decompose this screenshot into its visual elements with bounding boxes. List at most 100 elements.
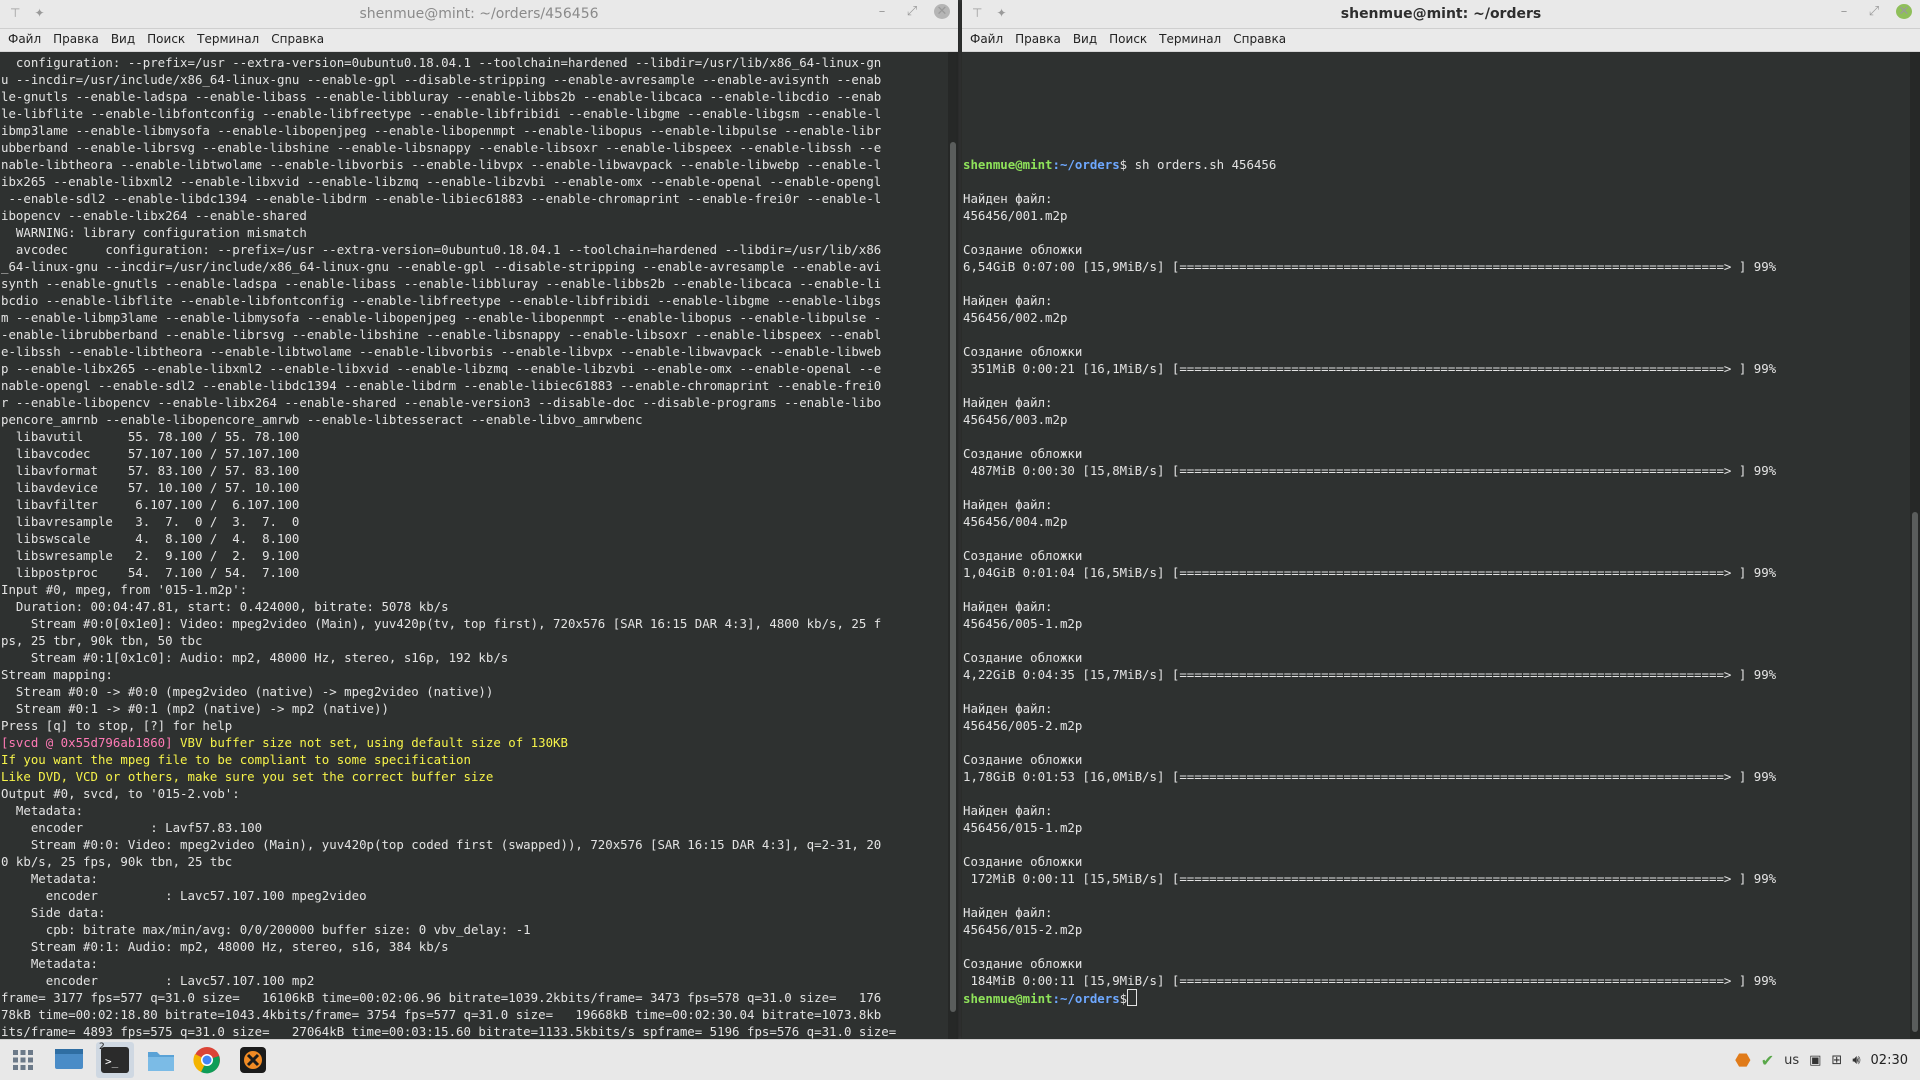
progress-stats: 184MiB 0:00:11 [15,9MiB/s] [963, 973, 1172, 988]
terminal-line: 78kB time=00:02:18.80 bitrate=1043.4kbit… [1, 1006, 948, 1023]
volume-icon[interactable]: 🔊︎ [1852, 1053, 1860, 1068]
shield-icon[interactable]: ✔ [1761, 1051, 1774, 1070]
terminal-line-text: Metadata: [1, 871, 98, 886]
menu-help[interactable]: Справка [1227, 29, 1292, 51]
window-title: shenmue@mint: ~/orders/456456 [359, 6, 599, 22]
terminal-line: Создание обложки [963, 343, 1910, 360]
scrollbar[interactable] [948, 52, 958, 1040]
menu-edit[interactable]: Правка [1009, 29, 1067, 51]
terminal-output[interactable]: configuration: --prefix=/usr --extra-ver… [0, 52, 948, 1040]
progress-bar: [=======================================… [1171, 973, 1777, 988]
keyboard-layout[interactable]: us [1784, 1053, 1799, 1068]
found-label: Найден файл: [963, 599, 1053, 614]
terminal-line: libavfilter 6.107.100 / 6.107.100 [1, 496, 948, 513]
close-icon[interactable]: ✕ [934, 4, 950, 19]
maximize-icon[interactable]: ⤢ [1866, 4, 1882, 19]
menu-file[interactable]: Файл [964, 29, 1009, 51]
terminal-line-text: u --incdir=/usr/include/x86_64-linux-gnu… [1, 72, 882, 87]
terminal-line: Найден файл: [963, 394, 1910, 411]
update-icon[interactable]: ⬣ [1735, 1050, 1751, 1071]
terminal-line: 6,54GiB 0:07:00 [15,9MiB/s] [===========… [963, 258, 1910, 275]
clipboard-icon[interactable]: ▣ [1809, 1053, 1821, 1068]
terminal-line: Stream mapping: [1, 666, 948, 683]
terminal-line-text: synth --enable-gnutls --enable-ladspa --… [1, 276, 882, 291]
terminal-line: Найден файл: [963, 496, 1910, 513]
terminal-icon[interactable]: >_ 2 [96, 1042, 134, 1078]
terminal-line-text: If you want the mpeg file to be complian… [1, 752, 471, 767]
terminal-line: Найден файл: [963, 904, 1910, 921]
terminal-line: Найден файл: [963, 292, 1910, 309]
chrome-icon[interactable] [188, 1042, 226, 1078]
menubar: Файл Правка Вид Поиск Терминал Справка [962, 29, 1920, 52]
terminal-line: 456456/002.m2p [963, 309, 1910, 326]
terminal-line-text: Metadata: [1, 956, 98, 971]
scrollbar-thumb[interactable] [1912, 512, 1918, 1032]
clock[interactable]: 02:30 [1871, 1053, 1908, 1068]
terminal-line-text: 0 kb/s, 25 fps, 90k tbn, 25 tbc [1, 854, 233, 869]
terminal-line: Найден файл: [963, 700, 1910, 717]
terminal-line: le-libflite --enable-libfontconfig --ena… [1, 105, 948, 122]
show-desktop-icon[interactable] [50, 1042, 88, 1078]
prompt-symbol: $ [1119, 991, 1128, 1006]
terminal-line-text: e-libssh --enable-libtheora --enable-lib… [1, 344, 882, 359]
terminal-line: Stream #0:0 -> #0:0 (mpeg2video (native)… [1, 683, 948, 700]
cover-label: Создание обложки [963, 650, 1083, 665]
terminal-line: Найден файл: [963, 802, 1910, 819]
terminal-window-right[interactable]: ⊤ ✦ shenmue@mint: ~/orders – ⤢ ✕ Файл Пр… [962, 0, 1920, 1040]
menu-edit[interactable]: Правка [47, 29, 105, 51]
menu-help[interactable]: Справка [265, 29, 330, 51]
progress-stats: 172MiB 0:00:11 [15,5MiB/s] [963, 871, 1172, 886]
progress-bar: [=======================================… [1171, 769, 1777, 784]
menu-search[interactable]: Поиск [141, 29, 191, 51]
terminal-line: ps, 25 tbr, 90k tbn, 50 tbc [1, 632, 948, 649]
menu-terminal[interactable]: Терминал [1153, 29, 1227, 51]
file-path: 456456/015-1.m2p [963, 820, 1083, 835]
terminal-line-text: ibx265 --enable-libxml2 --enable-libxvid… [1, 174, 882, 189]
prompt-path: :~/orders [1052, 157, 1120, 172]
maximize-icon[interactable]: ⤢ [904, 4, 920, 19]
media-app-icon[interactable] [234, 1042, 272, 1078]
network-icon[interactable]: ⊞ [1831, 1053, 1842, 1068]
scrollbar-thumb[interactable] [950, 142, 956, 1012]
terminal-line: libavutil 55. 78.100 / 55. 78.100 [1, 428, 948, 445]
terminal-line-text: libavcodec 57.107.100 / 57.107.100 [1, 446, 300, 461]
titlebar[interactable]: ⊤ ✦ shenmue@mint: ~/orders/456456 – ⤢ ✕ [0, 0, 958, 29]
terminal-line-text: libswscale 4. 8.100 / 4. 8.100 [1, 531, 300, 546]
terminal-line-text: m --enable-libmp3lame --enable-libmysofa… [1, 310, 882, 325]
terminal-line-text: Stream #0:0[0x1e0]: Video: mpeg2video (M… [1, 616, 882, 631]
terminal-line-text: Stream #0:1: Audio: mp2, 48000 Hz, stere… [1, 939, 449, 954]
terminal-line: Найден файл: [963, 190, 1910, 207]
terminal-line-text: libavutil 55. 78.100 / 55. 78.100 [1, 429, 300, 444]
terminal-output[interactable]: shenmue@mint:~/orders$ sh orders.sh 4564… [962, 52, 1910, 1040]
menu-view[interactable]: Вид [1067, 29, 1103, 51]
file-path: 456456/001.m2p [963, 208, 1068, 223]
cover-label: Создание обложки [963, 344, 1083, 359]
terminal-line: configuration: --prefix=/usr --extra-ver… [1, 54, 948, 71]
menu-grid-icon[interactable] [4, 1042, 42, 1078]
minimize-icon[interactable]: – [1836, 4, 1852, 19]
menu-search[interactable]: Поиск [1103, 29, 1153, 51]
progress-stats: 351MiB 0:00:21 [16,1MiB/s] [963, 361, 1172, 376]
menu-terminal[interactable]: Терминал [191, 29, 265, 51]
close-icon[interactable]: ✕ [1896, 4, 1912, 19]
scrollbar[interactable] [1910, 52, 1920, 1040]
menu-file[interactable]: Файл [2, 29, 47, 51]
terminal-line: 456456/001.m2p [963, 207, 1910, 224]
minimize-icon[interactable]: – [874, 4, 890, 19]
terminal-line-text: Press [q] to stop, [?] for help [1, 718, 233, 733]
terminal-line-text: libavfilter 6.107.100 / 6.107.100 [1, 497, 300, 512]
titlebar[interactable]: ⊤ ✦ shenmue@mint: ~/orders – ⤢ ✕ [962, 0, 1920, 29]
terminal-line: Stream #0:0[0x1e0]: Video: mpeg2video (M… [1, 615, 948, 632]
terminal-line-text: Duration: 00:04:47.81, start: 0.424000, … [1, 599, 449, 614]
files-icon[interactable] [142, 1042, 180, 1078]
terminal-window-left[interactable]: ⊤ ✦ shenmue@mint: ~/orders/456456 – ⤢ ✕ … [0, 0, 958, 1040]
menu-view[interactable]: Вид [105, 29, 141, 51]
terminal-line: bcdio --enable-libflite --enable-libfont… [1, 292, 948, 309]
terminal-line: Metadata: [1, 955, 948, 972]
